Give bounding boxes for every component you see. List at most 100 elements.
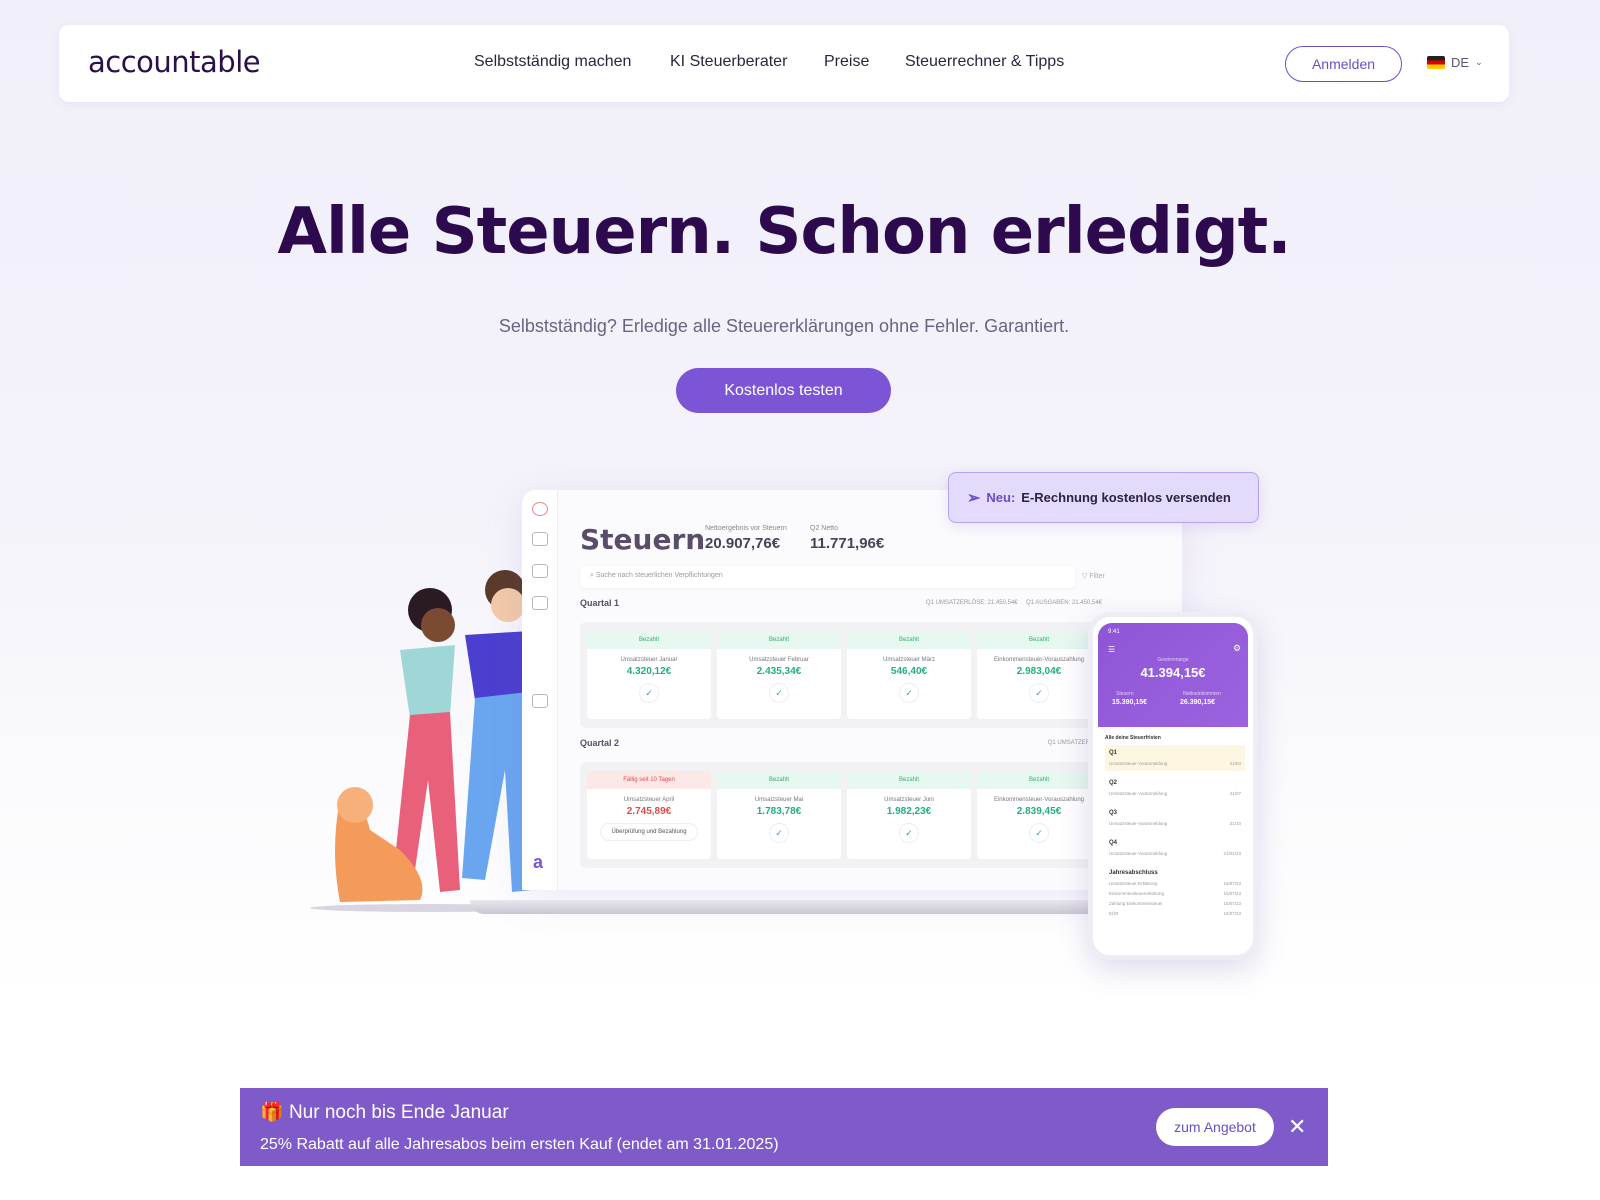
tax-amount: 1.982,23€ — [886, 806, 932, 817]
logo[interactable]: accountable — [88, 45, 261, 79]
laptop-base — [470, 900, 1190, 914]
phone-header: 9:41 ☰ ⚙ Gewinnmarge 41.394,15€ Steuern … — [1098, 623, 1248, 727]
banner-text: 25% Rabatt auf alle Jahresabos beim erst… — [260, 1136, 779, 1153]
menu-icon: ☰ — [1108, 645, 1116, 654]
status-badge: Bezahlt — [587, 631, 711, 649]
badge-prefix: Neu: — [986, 490, 1016, 505]
profit-label: Gewinnmarge — [1157, 657, 1189, 663]
language-selector[interactable]: DE ⌄ — [1427, 55, 1483, 70]
app-logo-icon: a — [533, 852, 544, 872]
dashboard-search[interactable]: ⌕ Suche nach steuerlichen Verpflichtunge… — [580, 566, 1075, 588]
phone-time: 9:41 — [1108, 629, 1120, 635]
man-head — [491, 588, 525, 622]
filter-label: Filter — [1089, 573, 1105, 580]
tax-card[interactable]: Bezahlt Umsatzsteuer Juni 1.982,23€ ✓ — [847, 771, 971, 859]
kpi-label: Nettoergebnis vor Steuern — [705, 525, 787, 532]
check-icon: ✓ — [899, 823, 919, 843]
banner-title-text: Nur noch bis Ende Januar — [288, 1102, 509, 1123]
close-icon[interactable]: ✕ — [1288, 1114, 1306, 1140]
bank-icon — [532, 532, 548, 546]
quarter-panel: Fällig seit 10 Tagen Umsatzsteuer April 2.… — [580, 762, 1140, 868]
deadlines-title: Alle deine Steuerfristen — [1105, 735, 1161, 741]
cta-button[interactable]: Kostenlos testen — [676, 368, 891, 413]
dog-head — [337, 787, 373, 823]
tax-card[interactable]: Bezahlt Umsatzsteuer Mai 1.783,78€ ✓ — [717, 771, 841, 859]
deadline-date: 21/01/23 — [1223, 851, 1241, 856]
tax-name: Einkommensteuer-Vorauszahlung — [993, 657, 1085, 663]
status-badge: Bezahlt — [977, 631, 1101, 649]
avatar — [532, 502, 548, 516]
new-feature-badge[interactable]: ➢ Neu: E-Rechnung kostenlos versenden — [948, 472, 1259, 523]
tax-card[interactable]: Bezahlt Umsatzsteuer März 546,40€ ✓ — [847, 631, 971, 719]
quarter-label: Quartal 1 — [580, 598, 620, 608]
nav-selbststaendig[interactable]: Selbstständig machen — [474, 53, 631, 71]
kpi-label: Q2 Netto — [810, 525, 839, 532]
receipt-icon — [532, 596, 548, 610]
filter-button[interactable]: ▽ Filter — [1082, 572, 1105, 580]
nav-preise[interactable]: Preise — [824, 53, 869, 71]
check-icon: ✓ — [1029, 683, 1049, 703]
dashboard-title: Steuern — [580, 523, 706, 556]
deadline-group: Q2 Umsatzsteuer-Voranmeldung 21/07 — [1105, 775, 1245, 801]
nav-steuerrechner[interactable]: Steuerrechner & Tipps — [905, 53, 1064, 71]
tax-amount: 546,40€ — [890, 666, 928, 677]
kpi-value: 20.907,76€ — [705, 535, 781, 552]
taxes-label: Steuern — [1116, 691, 1134, 697]
offer-button[interactable]: zum Angebot — [1156, 1108, 1274, 1146]
deadline-name: Umsatzsteuer-Voranmeldung — [1109, 761, 1168, 766]
tax-name: Umsatzsteuer Februar — [749, 657, 809, 663]
login-button[interactable]: Anmelden — [1285, 46, 1402, 82]
deadline-row: Umsatzsteuer-Voranmeldung 21/01/23 — [1109, 851, 1241, 856]
inbox-icon — [532, 694, 548, 708]
check-icon: ✓ — [1029, 823, 1049, 843]
check-icon: ✓ — [899, 683, 919, 703]
deadline-row: Umsatzsteuer-Voranmeldung 21/10 — [1109, 821, 1241, 826]
deadline-row: EÜR 15/07/23 — [1109, 911, 1241, 916]
review-pay-button[interactable]: Überprüfung und Bezahlung — [600, 823, 698, 841]
deadline-row: Umsatzsteuer-Voranmeldung 21/04 — [1109, 761, 1241, 766]
nav-ki-steuerberater[interactable]: KI Steuerberater — [670, 53, 787, 71]
deadline-date: 15/07/23 — [1223, 901, 1241, 906]
tax-card[interactable]: Bezahlt Umsatzsteuer Februar 2.435,34€ ✓ — [717, 631, 841, 719]
status-badge: Bezahlt — [717, 631, 841, 649]
deadline-date: 21/04 — [1229, 761, 1241, 766]
status-badge: Bezahlt — [717, 771, 841, 789]
tax-name: Einkommensteuer-Vorauszahlung — [993, 797, 1085, 803]
deadline-group: Q1 Umsatzsteuer-Voranmeldung 21/04 — [1105, 745, 1245, 771]
search-placeholder: Suche nach steuerlichen Verpflichtungen — [595, 572, 723, 579]
taxes-value: 15.390,15€ — [1112, 699, 1148, 706]
hero-title: Alle Steuern. Schon erledigt. — [277, 195, 1291, 269]
status-badge: Bezahlt — [847, 771, 971, 789]
net-label: Nettoeinkommen — [1183, 691, 1221, 697]
deadline-date: 21/10 — [1229, 821, 1241, 826]
promo-banner: 🎁 Nur noch bis Ende Januar 25% Rabatt au… — [240, 1088, 1328, 1166]
german-flag-icon — [1427, 56, 1445, 69]
tax-card[interactable]: Bezahlt Einkommensteuer-Vorauszahlung 2.83… — [977, 771, 1101, 859]
hero-subtitle: Selbstständig? Erledige alle Steuererklä… — [498, 316, 1070, 336]
status-badge: Bezahlt — [847, 631, 971, 649]
check-icon: ✓ — [769, 823, 789, 843]
tax-card[interactable]: Fällig seit 10 Tagen Umsatzsteuer April 2.… — [587, 771, 711, 859]
tax-amount: 2.839,45€ — [1016, 806, 1062, 817]
deadline-group: Q4 Umsatzsteuer-Voranmeldung 21/01/23 — [1105, 835, 1245, 861]
site-header: accountable Selbstständig machen KI Steu… — [59, 25, 1509, 102]
tax-card[interactable]: Bezahlt Umsatzsteuer Januar 4.320,12€ ✓ — [587, 631, 711, 719]
kpi-netto: Nettoergebnis vor Steuern 20.907,76€ — [705, 525, 787, 552]
deadline-name: Einkommensteuererklärung — [1109, 891, 1165, 896]
settings-icon: ⚙ — [1233, 643, 1242, 653]
status-badge: Fällig seit 10 Tagen — [587, 771, 711, 789]
kpi-value: 11.771,96€ — [810, 535, 885, 552]
tax-name: Umsatzsteuer April — [623, 797, 675, 803]
tax-amount: 2.745,89€ — [626, 806, 672, 817]
deadline-name: Umsatzsteuer-Voranmeldung — [1109, 791, 1168, 796]
check-icon: ✓ — [639, 683, 659, 703]
deadline-date: 15/07/23 — [1223, 891, 1241, 896]
group-label: Jahresabschluss — [1109, 870, 1158, 876]
tax-card[interactable]: Bezahlt Einkommensteuer-Vorauszahlung 2.98… — [977, 631, 1101, 719]
group-label: Q1 — [1109, 750, 1118, 756]
deadline-date: 15/07/23 — [1223, 911, 1241, 916]
dashboard-sidebar: a — [522, 490, 558, 890]
chevron-down-icon: ⌄ — [1475, 57, 1483, 67]
deadline-row: Einkommensteuererklärung 15/07/23 — [1109, 891, 1241, 896]
kpi-q2: Q2 Netto 11.771,96€ — [810, 525, 884, 552]
